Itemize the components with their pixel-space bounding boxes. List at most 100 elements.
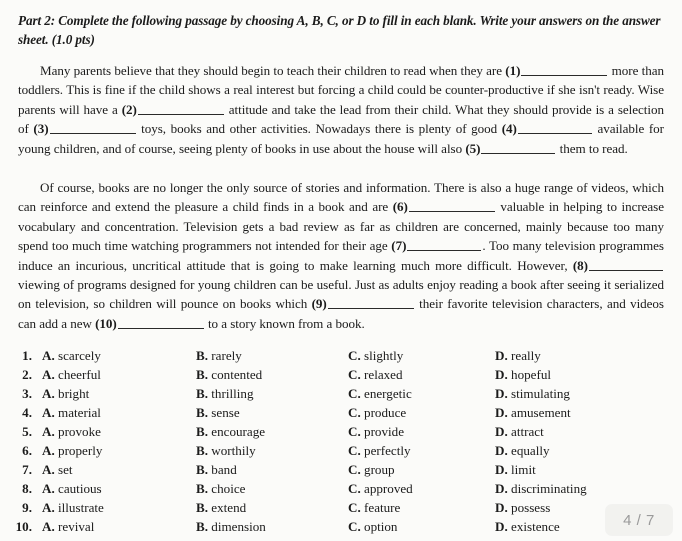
option-text: stimulating xyxy=(511,386,570,401)
option-letter: C. xyxy=(348,386,361,401)
option-d-q9[interactable]: D. possess xyxy=(495,498,550,517)
option-c-q5[interactable]: C. provide xyxy=(348,422,404,441)
option-c-q7[interactable]: C. group xyxy=(348,460,395,479)
answer-blank-5[interactable] xyxy=(481,152,556,154)
option-text: limit xyxy=(511,462,536,477)
option-letter: A. xyxy=(42,367,55,382)
answer-blank-9[interactable] xyxy=(327,308,414,310)
answer-blank-2[interactable] xyxy=(137,113,224,115)
option-a-q7[interactable]: A. set xyxy=(42,460,73,479)
option-d-q5[interactable]: D. attract xyxy=(495,422,544,441)
question-row: 6. A. properly B. worthily C. perfectly D. e… xyxy=(0,441,682,460)
document-page: Part 2: Complete the following passage b… xyxy=(0,0,682,541)
passage-text: toys, books and other activities. Nowada… xyxy=(141,121,498,137)
option-letter: D. xyxy=(495,519,508,534)
question-number: 9. xyxy=(22,500,32,515)
option-d-q10[interactable]: D. existence xyxy=(495,517,560,536)
answer-blank-4[interactable] xyxy=(517,133,592,135)
option-letter: B. xyxy=(196,481,209,496)
option-a-q5[interactable]: A. provoke xyxy=(42,422,101,441)
option-c-q4[interactable]: C. produce xyxy=(348,403,406,422)
option-b-q7[interactable]: B. band xyxy=(196,460,237,479)
option-c-q2[interactable]: C. relaxed xyxy=(348,365,403,384)
option-a-q10[interactable]: A. revival xyxy=(42,517,94,536)
answer-blank-3[interactable] xyxy=(49,133,136,135)
option-d-q2[interactable]: D. hopeful xyxy=(495,365,551,384)
question-number: 1. xyxy=(22,348,32,363)
option-b-q6[interactable]: B. worthily xyxy=(196,441,256,460)
answer-blank-8[interactable] xyxy=(588,269,663,271)
answer-blank-1[interactable] xyxy=(521,75,608,76)
option-a-q6[interactable]: A. properly xyxy=(42,441,102,460)
option-text: relaxed xyxy=(364,367,403,382)
option-letter: A. xyxy=(42,348,55,363)
option-d-q1[interactable]: D. really xyxy=(495,346,541,365)
option-text: band xyxy=(211,462,237,477)
question-number: 4. xyxy=(22,405,32,420)
option-c-q6[interactable]: C. perfectly xyxy=(348,441,411,460)
blank-marker-10: (10) xyxy=(95,315,117,331)
option-d-q4[interactable]: D. amusement xyxy=(495,403,571,422)
option-c-q9[interactable]: C. feature xyxy=(348,498,400,517)
option-text: approved xyxy=(364,481,413,496)
option-c-q10[interactable]: C. option xyxy=(348,517,397,536)
option-text: rarely xyxy=(211,348,242,363)
option-letter: B. xyxy=(196,443,209,458)
option-letter: B. xyxy=(196,405,209,420)
option-a-q9[interactable]: A. illustrate xyxy=(42,498,104,517)
option-c-q3[interactable]: C. energetic xyxy=(348,384,412,403)
option-a-q4[interactable]: A. material xyxy=(42,403,101,422)
option-d-q3[interactable]: D. stimulating xyxy=(495,384,570,403)
option-text: bright xyxy=(58,386,90,401)
option-d-q7[interactable]: D. limit xyxy=(495,460,536,479)
answer-blank-7[interactable] xyxy=(407,250,482,252)
answer-blank-10[interactable] xyxy=(117,327,204,329)
option-text: properly xyxy=(58,443,103,458)
option-b-q10[interactable]: B. dimension xyxy=(196,517,266,536)
option-b-q8[interactable]: B. choice xyxy=(196,479,245,498)
question-row: 8. A. cautious B. choice C. approved D. disc… xyxy=(0,479,682,498)
option-letter: C. xyxy=(348,519,361,534)
option-letter: D. xyxy=(495,386,508,401)
blank-marker-9: (9) xyxy=(311,296,327,312)
option-b-q4[interactable]: B. sense xyxy=(196,403,240,422)
passage-text: to a story known from a book. xyxy=(207,315,365,331)
option-letter: B. xyxy=(196,348,209,363)
option-b-q9[interactable]: B. extend xyxy=(196,498,246,517)
option-letter: B. xyxy=(196,500,209,515)
option-text: set xyxy=(58,462,73,477)
option-d-q8[interactable]: D. discriminating xyxy=(495,479,587,498)
blank-marker-7: (7) xyxy=(391,238,407,254)
option-letter: B. xyxy=(196,424,209,439)
option-b-q1[interactable]: B. rarely xyxy=(196,346,242,365)
option-a-q8[interactable]: A. cautious xyxy=(42,479,102,498)
answer-blank-6[interactable] xyxy=(408,211,495,213)
option-text: worthily xyxy=(211,443,256,458)
option-text: dimension xyxy=(211,519,266,534)
option-c-q1[interactable]: C. slightly xyxy=(348,346,403,365)
option-b-q5[interactable]: B. encourage xyxy=(196,422,265,441)
option-a-q2[interactable]: A. cheerful xyxy=(42,365,101,384)
option-letter: C. xyxy=(348,481,361,496)
option-letter: A. xyxy=(42,424,55,439)
option-c-q8[interactable]: C. approved xyxy=(348,479,413,498)
blank-marker-3: (3) xyxy=(33,121,49,137)
option-letter: D. xyxy=(495,405,508,420)
passage-text: them to read. xyxy=(559,140,628,156)
question-number: 2. xyxy=(22,367,32,382)
option-a-q1[interactable]: A. scarcely xyxy=(42,346,101,365)
page-title: Part 2: Complete the following passage b… xyxy=(18,13,661,47)
option-b-q3[interactable]: B. thrilling xyxy=(196,384,254,403)
option-d-q6[interactable]: D. equally xyxy=(495,441,550,460)
option-letter: C. xyxy=(348,462,361,477)
blank-marker-4: (4) xyxy=(501,121,517,137)
option-letter: A. xyxy=(42,481,55,496)
option-letter: D. xyxy=(495,443,508,458)
question-number: 7. xyxy=(22,462,32,477)
option-text: material xyxy=(58,405,101,420)
blank-marker-6: (6) xyxy=(392,199,408,215)
passage-paragraph-1: Many parents believe that they should be… xyxy=(18,61,664,158)
option-a-q3[interactable]: A. bright xyxy=(42,384,89,403)
option-b-q2[interactable]: B. contented xyxy=(196,365,262,384)
option-letter: B. xyxy=(196,462,209,477)
